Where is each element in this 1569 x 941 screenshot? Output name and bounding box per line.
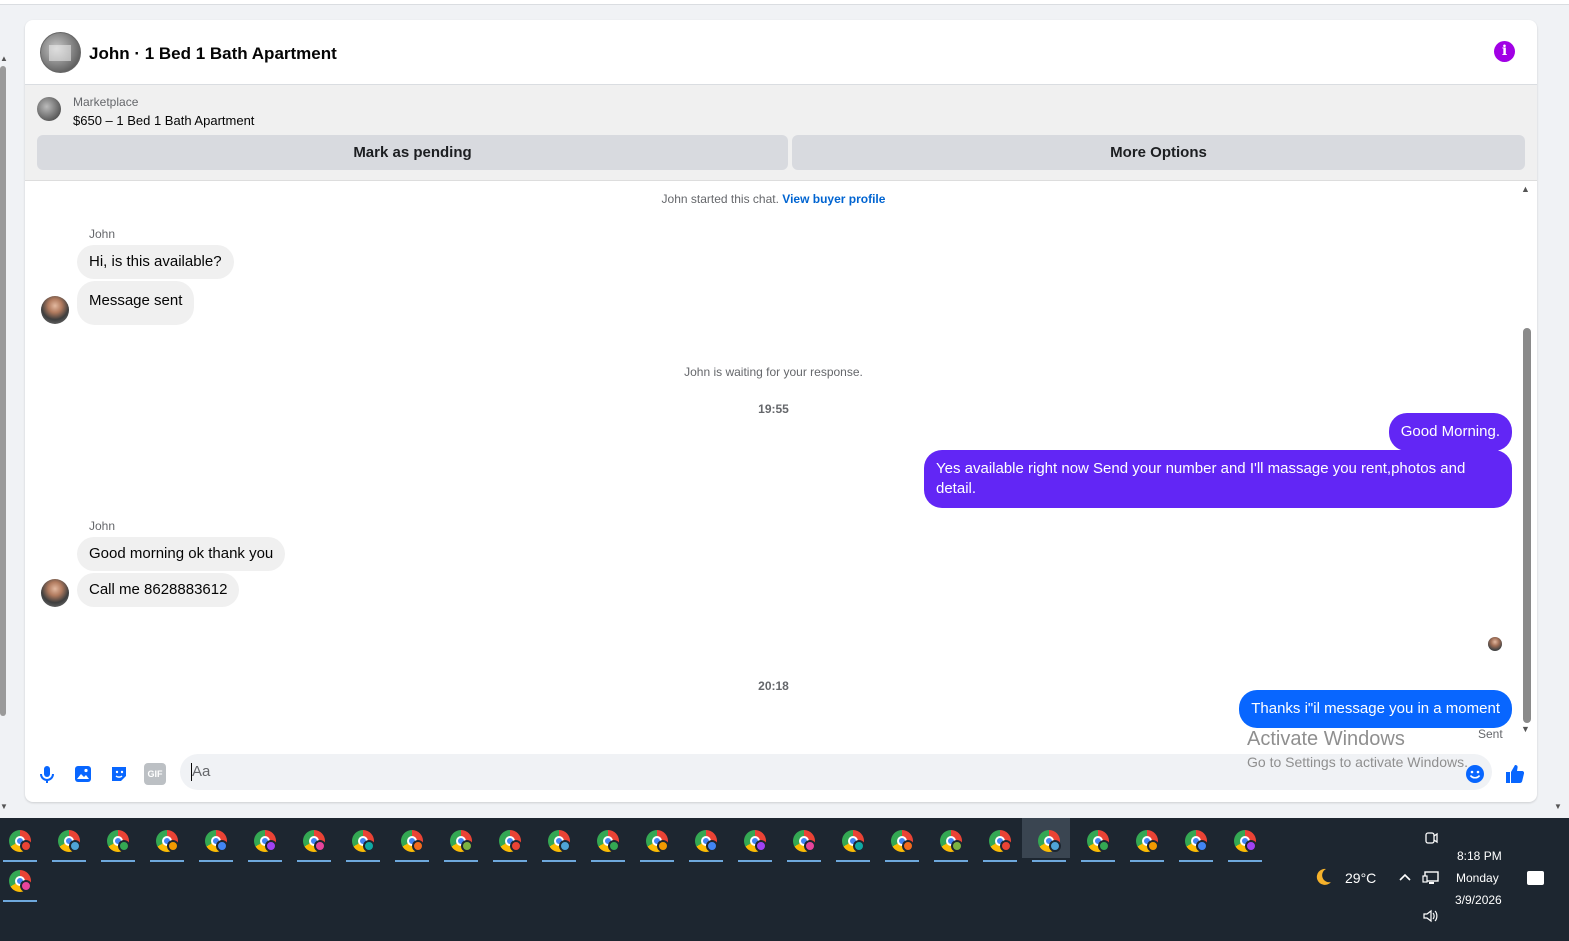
chrome-profile-taskbar-icon[interactable] [542, 824, 576, 862]
more-options-button[interactable]: More Options [792, 135, 1525, 170]
volume-icon[interactable] [1422, 908, 1440, 927]
listing-name[interactable]: $650 – 1 Bed 1 Bath Apartment [73, 113, 254, 128]
clock-day[interactable]: Monday [1456, 871, 1499, 885]
chrome-profile-taskbar-icon[interactable] [591, 824, 625, 862]
chrome-profile-taskbar-icon[interactable] [395, 824, 429, 862]
thumbs-up-icon[interactable] [1504, 763, 1526, 785]
weather-temperature[interactable]: 29°C [1345, 870, 1376, 886]
notification-center-icon[interactable] [1527, 871, 1544, 885]
chrome-profile-taskbar-icon[interactable] [248, 824, 282, 862]
outgoing-message[interactable]: Yes available right now Send your number… [924, 450, 1512, 508]
weather-moon-icon[interactable] [1312, 866, 1334, 888]
chrome-profile-taskbar-icon[interactable] [1228, 824, 1262, 862]
outgoing-message[interactable]: Good Morning. [1388, 413, 1512, 451]
chrome-profile-taskbar-icon[interactable] [1081, 824, 1115, 862]
clock-date[interactable]: 3/9/2026 [1455, 893, 1502, 907]
message-scrollbar[interactable]: ▲ ▼ [1521, 182, 1533, 742]
message-timestamp: 19:55 [758, 402, 789, 416]
chrome-profile-taskbar-icon[interactable] [787, 824, 821, 862]
page-scroll-down-arrow[interactable]: ▼ [0, 802, 8, 811]
mark-as-pending-button[interactable]: Mark as pending [37, 135, 788, 170]
chrome-profile-taskbar-icon[interactable] [934, 824, 968, 862]
outgoing-message[interactable]: Thanks i"il message you in a moment [1239, 690, 1512, 728]
sticker-icon[interactable] [108, 763, 130, 785]
incoming-message[interactable]: Hi, is this available? [77, 245, 234, 279]
chrome-profile-taskbar-icon[interactable] [3, 824, 37, 862]
clock-time[interactable]: 8:18 PM [1457, 849, 1502, 863]
chrome-profile-taskbar-icon[interactable] [983, 824, 1017, 862]
listing-summary: Marketplace $650 – 1 Bed 1 Bath Apartmen… [25, 85, 1537, 181]
chrome-profile-taskbar-icon[interactable] [1179, 824, 1213, 862]
tray-chevron-up-icon[interactable] [1398, 870, 1412, 885]
chrome-profile-taskbar-icon[interactable] [640, 824, 674, 862]
chrome-profile-taskbar-icon[interactable] [101, 824, 135, 862]
view-buyer-profile-link[interactable]: View buyer profile [782, 192, 885, 206]
listing-source-label: Marketplace [73, 95, 139, 109]
gif-icon[interactable]: GIF [144, 763, 166, 785]
incoming-message[interactable]: Good morning ok thank you [77, 537, 286, 571]
chat-started-text: John started this chat. [661, 192, 779, 206]
read-receipt-avatar [1488, 637, 1502, 651]
chrome-profile-taskbar-icon[interactable] [836, 824, 870, 862]
chat-started-notice: John started this chat. View buyer profi… [25, 192, 1522, 206]
chrome-profile-taskbar-icon[interactable] [1032, 824, 1066, 862]
photo-icon[interactable] [72, 763, 94, 785]
conversation-title[interactable]: John · 1 Bed 1 Bath Apartment [89, 44, 337, 64]
chrome-profile-taskbar-icon[interactable] [150, 824, 184, 862]
chrome-profile-taskbar-icon[interactable] [444, 824, 478, 862]
meet-now-icon[interactable] [1423, 830, 1439, 849]
sender-name: John [89, 519, 116, 533]
top-edge [0, 0, 1569, 5]
sender-name: John [89, 227, 116, 241]
delivery-status: Sent [1478, 727, 1503, 741]
chrome-profile-taskbar-icon[interactable] [689, 824, 723, 862]
chrome-profile-taskbar-icon[interactable] [52, 824, 86, 862]
scroll-down-arrow[interactable]: ▼ [1521, 724, 1530, 734]
right-scroll-down-arrow[interactable]: ▼ [1554, 802, 1562, 811]
sender-avatar[interactable] [41, 296, 69, 324]
chat-header: John · 1 Bed 1 Bath Apartment i [25, 20, 1537, 85]
scrollbar-thumb[interactable] [1523, 328, 1531, 723]
microphone-icon[interactable] [36, 763, 58, 785]
chrome-profile-taskbar-icon[interactable] [885, 824, 919, 862]
chrome-profile-taskbar-icon[interactable] [1130, 824, 1164, 862]
scroll-up-arrow[interactable]: ▲ [1521, 184, 1530, 194]
info-icon[interactable]: i [1494, 41, 1515, 62]
sender-avatar[interactable] [41, 579, 69, 607]
incoming-message[interactable]: Message sent [77, 281, 195, 325]
activate-windows-watermark: Activate Windows Go to Settings to activ… [1247, 728, 1468, 770]
chrome-profile-taskbar-icon[interactable] [3, 864, 37, 902]
watermark-title: Activate Windows [1247, 728, 1405, 750]
message-input-placeholder: Aa [192, 763, 211, 780]
windows-taskbar: 29°C 8:18 PM Monday 3/9/2026 [0, 818, 1569, 941]
watermark-subtitle: Go to Settings to activate Windows. [1247, 754, 1468, 770]
chrome-profile-taskbar-icon[interactable] [346, 824, 380, 862]
network-icon[interactable] [1422, 870, 1440, 889]
waiting-notice: John is waiting for your response. [684, 365, 863, 379]
chrome-profile-taskbar-icon[interactable] [199, 824, 233, 862]
chrome-profile-taskbar-icon[interactable] [297, 824, 331, 862]
incoming-message[interactable]: Call me 8628883612 [77, 573, 240, 607]
chrome-profile-taskbar-icon[interactable] [738, 824, 772, 862]
message-list: John started this chat. View buyer profi… [25, 182, 1537, 752]
page-scrollbar-thumb[interactable] [0, 66, 6, 716]
chat-window: John · 1 Bed 1 Bath Apartment i Marketpl… [25, 20, 1537, 802]
listing-thumbnail[interactable] [37, 97, 61, 121]
chrome-profile-taskbar-icon[interactable] [493, 824, 527, 862]
listing-avatar[interactable] [40, 32, 81, 73]
